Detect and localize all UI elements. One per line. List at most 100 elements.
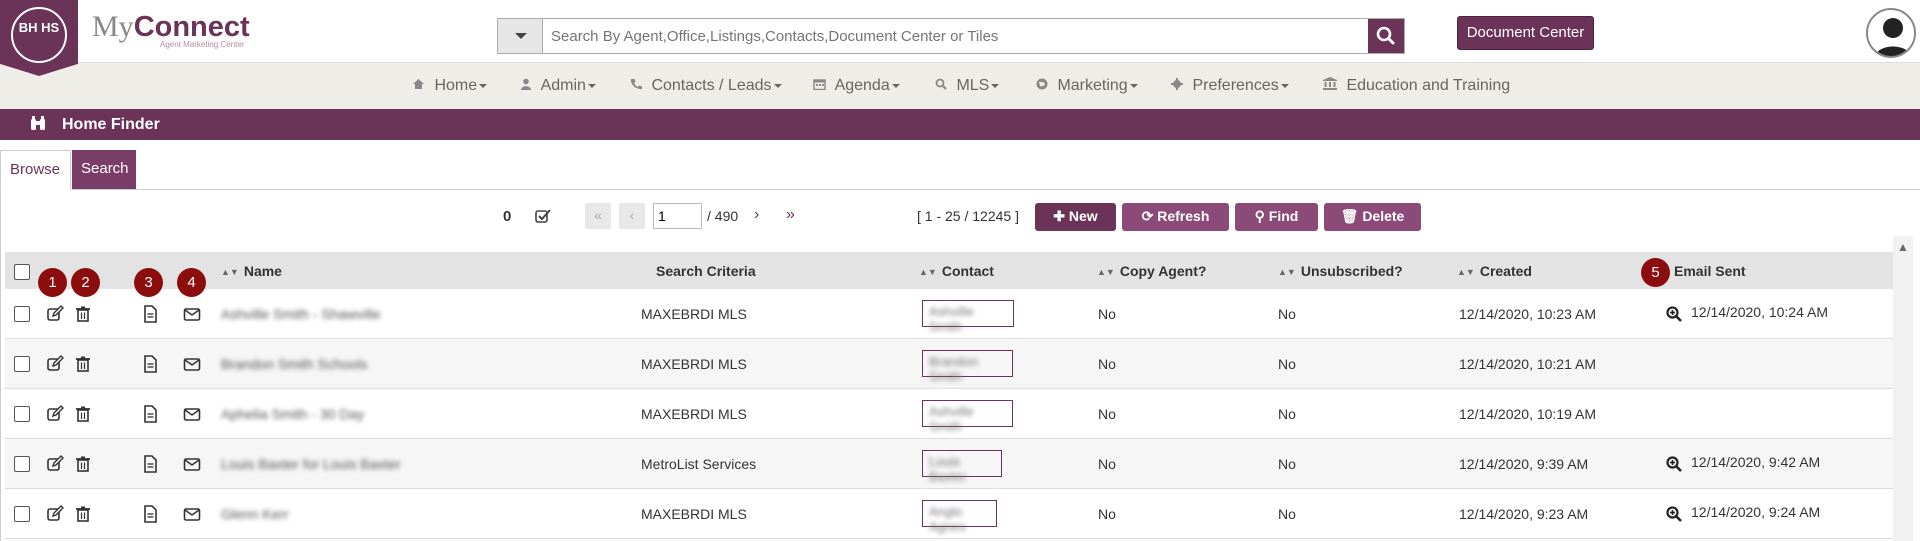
delete-button-label: Delete (1362, 208, 1405, 224)
refresh-button[interactable]: ⟳ Refresh (1122, 203, 1229, 231)
row-copy-agent: No (1098, 306, 1116, 322)
criteria-document-button[interactable] (140, 504, 160, 524)
caret-down-icon (891, 83, 900, 88)
nav-mls[interactable]: MLS (935, 77, 1000, 95)
first-page-button[interactable]: « (585, 203, 611, 229)
nav-mls-label: MLS (956, 77, 990, 94)
nav-home-label: Home (434, 77, 478, 94)
brand-prefix: My (92, 10, 134, 43)
bhhs-logo[interactable]: BH HS (0, 0, 78, 76)
search-input[interactable] (551, 19, 1351, 53)
criteria-document-button[interactable] (140, 304, 160, 324)
send-email-button[interactable] (182, 504, 202, 524)
next-page-button[interactable]: › (754, 206, 759, 224)
row-name[interactable]: Aphelia Smith - 30 Day (221, 406, 364, 422)
edit-button[interactable] (45, 454, 65, 474)
view-email-button[interactable] (1665, 505, 1685, 525)
caret-down-icon (587, 83, 596, 88)
delete-row-button[interactable] (73, 504, 93, 524)
edit-button[interactable] (45, 304, 65, 324)
column-unsubscribed-label: Unsubscribed? (1300, 263, 1403, 279)
nav-education-training[interactable]: Education and Training (1323, 77, 1510, 95)
row-checkbox[interactable] (14, 406, 30, 422)
avatar[interactable] (1866, 8, 1916, 58)
select-all-checkbox[interactable] (14, 264, 30, 280)
row-checkbox[interactable] (14, 456, 30, 472)
column-name[interactable]: ▲▼ Name (221, 263, 282, 279)
page-title-bar: Home Finder (0, 109, 1920, 140)
row-name[interactable]: Ashville Smith - Shawville (221, 306, 381, 322)
previous-page-button[interactable]: ‹ (619, 203, 645, 229)
table-row[interactable]: Brandon Smith Schools MAXEBRDI MLS Brandon… (5, 339, 1893, 389)
table-row[interactable]: Glenn Kerr MAXEBRDI MLS Anglo Agnes No No 12/… (5, 489, 1893, 539)
column-created[interactable]: ▲▼ Created (1457, 263, 1532, 279)
nav-home[interactable]: Home (412, 77, 488, 95)
page-number-input[interactable] (653, 203, 702, 229)
row-contact-link[interactable]: Brandon Smith (922, 350, 1013, 384)
column-contact-label: Contact (941, 263, 994, 279)
tab-browse[interactable]: Browse (0, 150, 71, 190)
tab-search[interactable]: Search (72, 150, 136, 190)
row-contact-link[interactable]: Ashville Smith (922, 300, 1014, 334)
row-contact-link[interactable]: Ashville Smith (922, 400, 1013, 434)
edit-button[interactable] (45, 354, 65, 374)
edit-icon (47, 455, 64, 471)
row-contact-link[interactable]: Anglo Agnes (922, 500, 997, 534)
delete-row-button[interactable] (73, 454, 93, 474)
search-scope-dropdown[interactable] (498, 19, 543, 53)
vertical-scrollbar[interactable]: ▲ (1893, 236, 1913, 541)
row-checkbox[interactable] (14, 356, 30, 372)
delete-row-button[interactable] (73, 354, 93, 374)
nav-admin[interactable]: Admin (520, 77, 596, 95)
document-center-button[interactable]: Document Center (1457, 16, 1594, 50)
column-name-label: Name (243, 263, 282, 279)
criteria-document-button[interactable] (140, 454, 160, 474)
row-email-sent: 12/14/2020, 9:24 AM (1691, 504, 1821, 520)
scroll-up-icon[interactable]: ▲ (1897, 240, 1909, 254)
send-email-button[interactable] (182, 354, 202, 374)
row-name[interactable]: Glenn Kerr (221, 506, 289, 522)
globe-icon (1036, 78, 1048, 90)
edit-button[interactable] (45, 404, 65, 424)
send-email-button[interactable] (182, 454, 202, 474)
nav-contacts-leads[interactable]: Contacts / Leads (630, 77, 782, 95)
column-copy-agent[interactable]: ▲▼ Copy Agent? (1097, 263, 1206, 279)
row-contact: Ashville Smith (929, 304, 974, 334)
annotation-badge-1: 1 (38, 268, 67, 297)
edit-button[interactable] (45, 504, 65, 524)
logo-text: BH HS (11, 7, 67, 63)
row-search-criteria: MetroList Services (641, 456, 757, 472)
row-name[interactable]: Brandon Smith Schools (221, 356, 367, 372)
delete-row-button[interactable] (73, 304, 93, 324)
new-button[interactable]: ✚ New (1035, 203, 1116, 231)
row-name[interactable]: Louis Baxter for Louis Baxter (221, 456, 401, 472)
column-contact[interactable]: ▲▼ Contact (919, 263, 994, 279)
nav-admin-label: Admin (540, 77, 586, 94)
column-email-sent[interactable]: Email Sent (1674, 263, 1746, 279)
row-created: 12/14/2020, 10:23 AM (1459, 306, 1596, 322)
row-checkbox[interactable] (14, 306, 30, 322)
app-brand[interactable]: MyConnect (92, 10, 250, 44)
find-button[interactable]: ⚲ Find (1235, 203, 1318, 231)
table-row[interactable]: Ashville Smith - Shawville MAXEBRDI MLS As… (5, 289, 1893, 339)
nav-marketing[interactable]: Marketing (1036, 77, 1138, 95)
delete-button[interactable]: 🗑 Delete (1324, 203, 1421, 231)
search-button[interactable] (1368, 19, 1404, 53)
row-search-criteria: MAXEBRDI MLS (641, 356, 747, 372)
last-page-button[interactable]: » (786, 206, 795, 224)
column-unsubscribed[interactable]: ▲▼ Unsubscribed? (1278, 263, 1403, 279)
nav-preferences[interactable]: Preferences (1171, 77, 1289, 95)
send-email-button[interactable] (182, 404, 202, 424)
table-row[interactable]: Aphelia Smith - 30 Day MAXEBRDI MLS Ashvil… (5, 389, 1893, 439)
view-email-button[interactable] (1665, 305, 1685, 325)
table-row[interactable]: Louis Baxter for Louis Baxter MetroList S… (5, 439, 1893, 489)
send-email-button[interactable] (182, 304, 202, 324)
delete-row-button[interactable] (73, 404, 93, 424)
check-square-icon[interactable] (535, 209, 551, 223)
criteria-document-button[interactable] (140, 354, 160, 374)
nav-agenda[interactable]: Agenda (813, 77, 900, 95)
row-contact-link[interactable]: Louis Baxter (922, 450, 1002, 484)
row-checkbox[interactable] (14, 506, 30, 522)
criteria-document-button[interactable] (140, 404, 160, 424)
view-email-button[interactable] (1665, 455, 1685, 475)
